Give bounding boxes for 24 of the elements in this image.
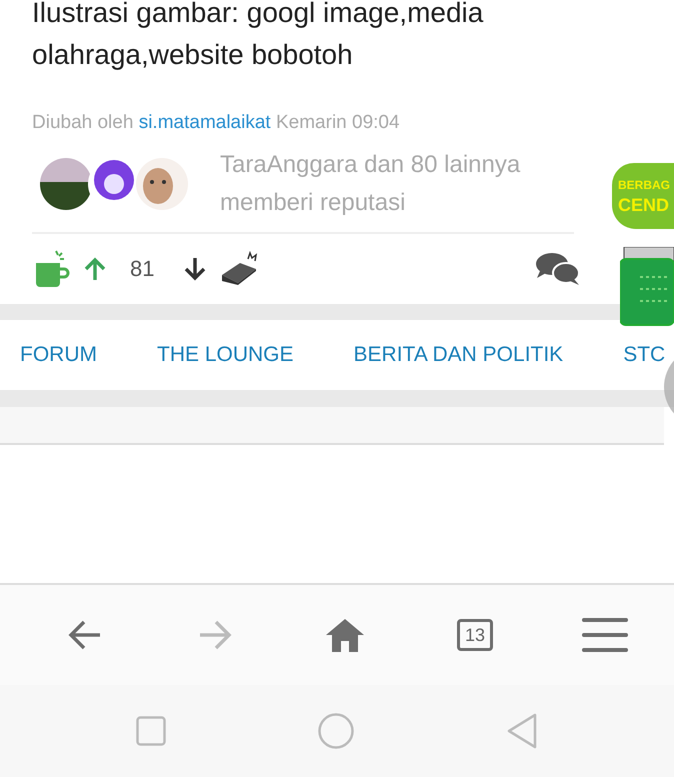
back-arrow-icon bbox=[68, 619, 102, 651]
back-triangle-icon[interactable] bbox=[506, 713, 538, 749]
upvote-arrow-icon[interactable] bbox=[84, 257, 106, 281]
category-tab[interactable]: BERITA DAN POLITIK bbox=[354, 343, 564, 367]
reputation-text: TaraAnggara dan 80 lainnya memberi reputasi bbox=[220, 150, 522, 218]
forward-arrow-icon bbox=[198, 619, 232, 651]
category-tab[interactable]: THE LOUNGE bbox=[157, 343, 294, 367]
downvote-arrow-icon[interactable] bbox=[184, 257, 206, 281]
avatar bbox=[40, 158, 92, 210]
category-tab[interactable]: FORUM bbox=[20, 343, 97, 367]
tab-count-button[interactable]: 13 bbox=[457, 619, 493, 651]
category-tab[interactable]: STC bbox=[623, 343, 666, 367]
home-circle-icon[interactable] bbox=[318, 713, 354, 749]
jar-icon[interactable] bbox=[620, 247, 674, 327]
user-link[interactable]: si.matamalaikat bbox=[138, 112, 271, 133]
vote-count: 81 bbox=[130, 256, 154, 282]
mug-icon[interactable] bbox=[34, 249, 70, 289]
avatar bbox=[136, 158, 188, 210]
post-caption: Ilustrasi gambar: googl image,media olahraga,website bobotoh bbox=[31, 0, 484, 72]
recents-icon[interactable] bbox=[136, 716, 166, 746]
edit-note: Diubah oleh si.matamalaikat Kemarin 09:04 bbox=[31, 111, 401, 134]
home-icon bbox=[325, 617, 365, 653]
menu-icon bbox=[582, 617, 628, 653]
comment-bubbles-icon[interactable] bbox=[534, 251, 582, 287]
